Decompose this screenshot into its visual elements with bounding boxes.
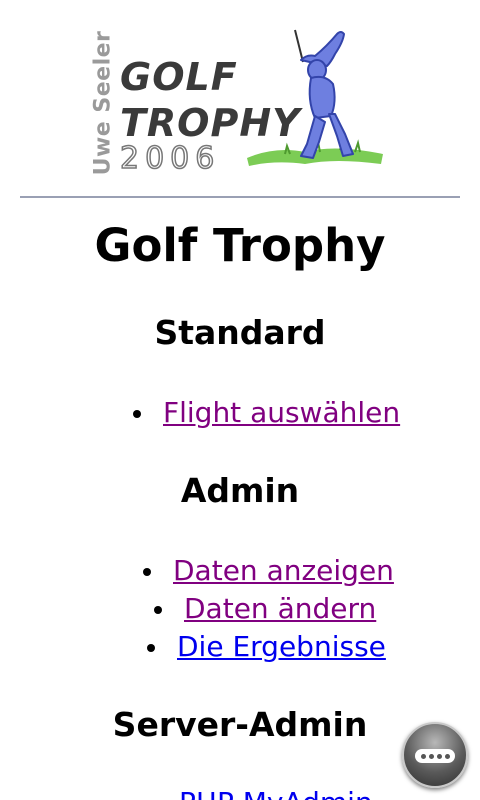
menu-button[interactable]: [402, 722, 468, 788]
bullet-icon: [147, 644, 155, 652]
bullet-icon: [154, 606, 162, 614]
status-mark: ·: [475, 0, 478, 5]
link-die-ergebnisse[interactable]: Die Ergebnisse: [177, 630, 386, 663]
link-daten-aendern[interactable]: Daten ändern: [184, 592, 376, 625]
logo-line-golf: GOLF: [120, 55, 238, 99]
link-daten-anzeigen[interactable]: Daten anzeigen: [173, 554, 394, 587]
section-heading-admin: Admin: [180, 471, 300, 510]
list-item: Die Ergebnisse: [147, 630, 386, 664]
bullet-icon: [143, 568, 151, 576]
header-divider: [20, 196, 460, 198]
list-item: Flight auswählen: [133, 396, 400, 430]
golfer-icon: [247, 29, 383, 166]
menu-dots-icon: [415, 749, 455, 763]
logo-author: Uwe Seeler: [90, 30, 116, 176]
page-title: Golf Trophy: [94, 219, 386, 272]
link-flight-auswaehlen[interactable]: Flight auswählen: [163, 396, 400, 429]
link-php-myadmin[interactable]: PHP MyAdmin: [179, 786, 373, 800]
list-item: Daten anzeigen: [143, 554, 394, 588]
golf-trophy-logo: Uwe Seeler GOLF TROPHY 2006: [90, 28, 385, 178]
logo-year: 2006: [119, 141, 221, 176]
list-item: Daten ändern: [154, 592, 376, 626]
bullet-icon: [133, 410, 141, 418]
list-item: PHP MyAdmin: [149, 786, 373, 800]
section-heading-standard: Standard: [154, 313, 326, 352]
